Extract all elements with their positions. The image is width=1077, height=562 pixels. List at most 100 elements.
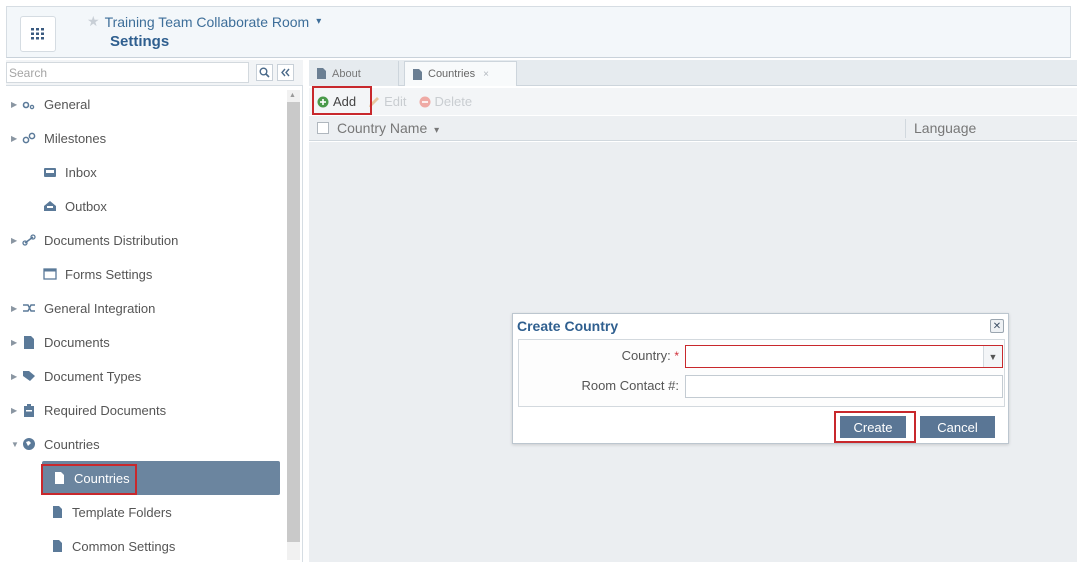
gears-icon (20, 98, 38, 110)
integration-icon (20, 302, 38, 314)
create-country-dialog: Create Country ✕ Country: * ▼ Room Conta… (512, 313, 1009, 444)
form-icon (41, 268, 59, 280)
globe-icon (20, 437, 38, 451)
country-label: Country: * (579, 348, 679, 363)
star-icon[interactable]: ★ (87, 13, 100, 30)
sidebar-item-label: Documents Distribution (44, 232, 179, 248)
app-menu-button[interactable] (20, 16, 56, 52)
column-header-language[interactable]: Language (914, 120, 976, 136)
edit-button[interactable]: Edit (368, 94, 407, 109)
document-icon (413, 68, 422, 80)
search-button[interactable] (256, 64, 273, 81)
sidebar-item-label: Documents (44, 334, 110, 350)
sidebar-item-label: Template Folders (72, 504, 172, 520)
sidebar-item-document-types[interactable]: ▶ Document Types (6, 359, 286, 393)
scrollbar-thumb[interactable] (287, 102, 300, 542)
sidebar-search-bar (6, 60, 303, 86)
expand-arrow-icon[interactable]: ▶ (6, 236, 20, 245)
sidebar-scrollbar[interactable]: ▲ (287, 90, 300, 560)
tab-about[interactable]: About (309, 61, 399, 86)
highlight-countries-item (41, 464, 137, 495)
column-header-country-name[interactable]: Country Name ▾ (337, 120, 439, 136)
highlight-create-button (834, 411, 916, 443)
sidebar-item-label: Forms Settings (65, 266, 153, 282)
sidebar-item-documents[interactable]: ▶ Documents (6, 325, 286, 359)
country-label-text: Country: (621, 348, 671, 363)
chevron-down-icon[interactable]: ▼ (983, 346, 1002, 367)
sidebar-item-forms-settings[interactable]: Forms Settings (6, 257, 286, 291)
collapse-sidebar-button[interactable] (277, 64, 294, 81)
room-selector[interactable]: ★ Training Team Collaborate Room ▾ (87, 13, 321, 30)
column-divider[interactable] (905, 119, 906, 138)
contact-label: Room Contact #: (581, 378, 679, 393)
sidebar-item-label: Countries (44, 436, 100, 452)
cancel-button[interactable]: Cancel (920, 416, 995, 438)
close-icon[interactable]: × (483, 69, 489, 80)
sidebar-item-label: General (44, 96, 91, 112)
select-all-checkbox[interactable] (317, 122, 329, 134)
tab-countries[interactable]: Countries × (404, 61, 517, 86)
tab-bar: About Countries × (309, 60, 1077, 86)
link-icon (20, 234, 38, 246)
edit-label: Edit (384, 94, 407, 109)
sidebar-item-label: Inbox (65, 164, 97, 180)
sidebar-item-required-documents[interactable]: ▶ Required Documents (6, 393, 286, 427)
milestones-icon (20, 132, 38, 144)
delete-button[interactable]: Delete (419, 94, 473, 109)
double-chevron-left-icon (281, 68, 290, 77)
tab-label: About (332, 67, 361, 80)
collapse-arrow-icon[interactable]: ▼ (6, 440, 20, 449)
expand-arrow-icon[interactable]: ▶ (6, 338, 20, 347)
minus-circle-icon (419, 96, 431, 107)
close-icon[interactable]: ✕ (990, 319, 1004, 333)
sidebar-item-milestones[interactable]: ▶ Milestones (6, 121, 286, 155)
sidebar-item-general[interactable]: ▶ General (6, 87, 286, 121)
grid-header: Country Name ▾ Language (309, 116, 1077, 141)
page-title: Settings (110, 33, 170, 50)
sidebar-item-common-settings[interactable]: Common Settings (6, 529, 286, 562)
sidebar-item-template-folders[interactable]: Template Folders (6, 495, 286, 529)
tab-label: Countries (428, 68, 476, 80)
sidebar-item-label: Milestones (44, 130, 107, 146)
expand-arrow-icon[interactable]: ▶ (6, 372, 20, 381)
room-name: Training Team Collaborate Room (104, 13, 310, 30)
expand-arrow-icon[interactable]: ▶ (6, 304, 20, 313)
chevron-down-icon: ▾ (316, 16, 322, 27)
required-marker: * (674, 349, 679, 363)
column-label: Country Name (337, 120, 428, 136)
expand-arrow-icon[interactable]: ▶ (6, 406, 20, 415)
expand-arrow-icon[interactable]: ▶ (6, 134, 20, 143)
sidebar-item-label: General Integration (44, 300, 156, 316)
room-contact-field[interactable] (685, 375, 1003, 398)
grid-toolbar: Add Edit Delete (309, 88, 1077, 115)
inbox-icon (41, 166, 59, 178)
sidebar-item-outbox[interactable]: Outbox (6, 189, 286, 223)
app-header: ★ Training Team Collaborate Room ▾ Setti… (6, 6, 1071, 58)
document-icon (48, 540, 66, 552)
sidebar-item-label: Outbox (65, 198, 107, 214)
dialog-title: Create Country (517, 318, 619, 334)
sidebar-item-label: Required Documents (44, 402, 167, 418)
sort-chevron-icon: ▾ (434, 125, 440, 136)
sidebar-item-label: Common Settings (72, 538, 176, 554)
sidebar-item-inbox[interactable]: Inbox (6, 155, 286, 189)
search-icon (259, 67, 270, 78)
document-icon (317, 68, 326, 79)
document-icon (20, 335, 38, 349)
outbox-icon (41, 200, 59, 212)
grid-icon (31, 28, 44, 40)
clipboard-icon (20, 403, 38, 417)
delete-label: Delete (434, 94, 473, 109)
scroll-up-icon[interactable]: ▲ (289, 92, 296, 99)
country-select[interactable]: ▼ (685, 345, 1003, 368)
sidebar-item-countries[interactable]: ▼ Countries (6, 427, 286, 461)
highlight-add-button (312, 86, 372, 115)
sidebar-item-documents-distribution[interactable]: ▶ Documents Distribution (6, 223, 286, 257)
sidebar-item-label: Document Types (44, 368, 142, 384)
sidebar-item-general-integration[interactable]: ▶ General Integration (6, 291, 286, 325)
dialog-form: Country: * ▼ Room Contact #: (518, 339, 1005, 407)
expand-arrow-icon[interactable]: ▶ (6, 100, 20, 109)
tag-icon (20, 370, 38, 382)
document-icon (48, 506, 66, 518)
search-input[interactable] (6, 62, 249, 83)
